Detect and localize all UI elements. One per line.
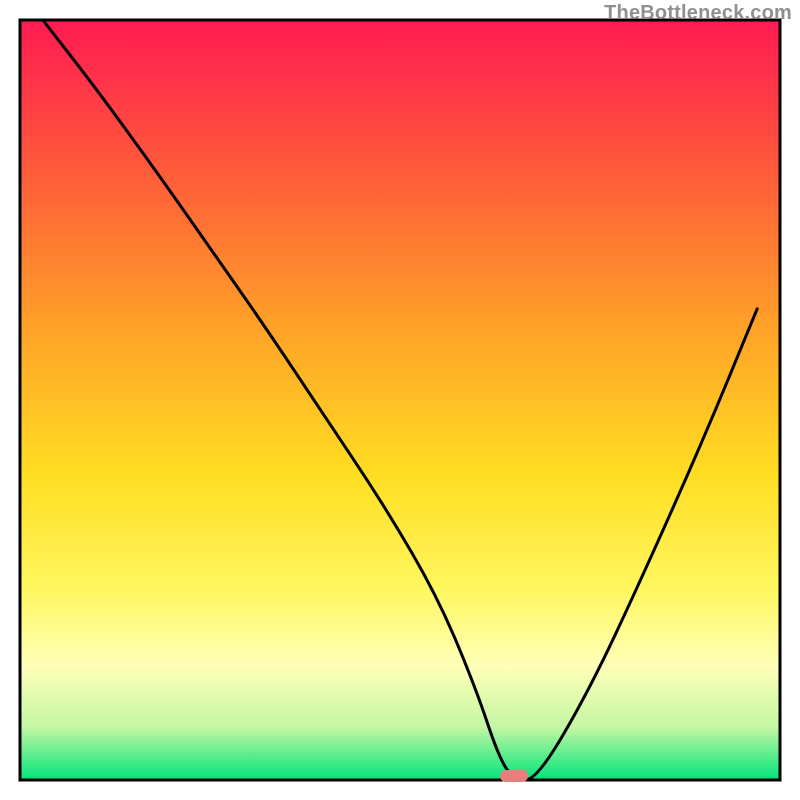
bottleneck-chart bbox=[0, 0, 800, 800]
plot-background bbox=[20, 20, 780, 780]
chart-container: TheBottleneck.com bbox=[0, 0, 800, 800]
optimal-marker bbox=[500, 770, 528, 782]
watermark-text: TheBottleneck.com bbox=[604, 2, 792, 25]
